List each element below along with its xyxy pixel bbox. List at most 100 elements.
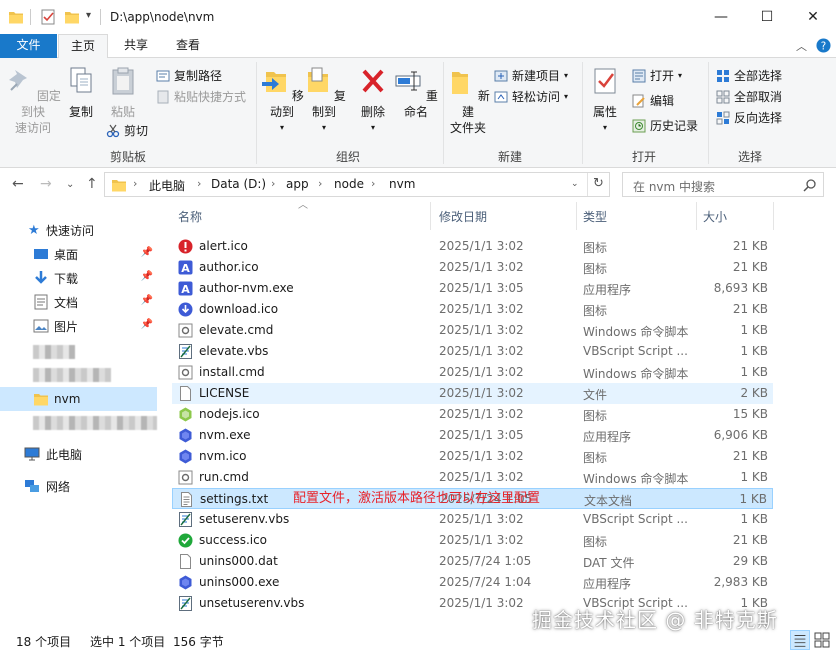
cut-button[interactable]: 剪切: [106, 121, 148, 141]
column-divider[interactable]: [430, 202, 431, 230]
file-row[interactable]: success.ico 2025/1/1 3:02 图标 21 KB: [172, 530, 773, 551]
nav-pictures[interactable]: 图片 📌: [0, 314, 157, 338]
file-row[interactable]: nvm.exe 2025/1/1 3:05 应用程序 6,906 KB: [172, 425, 773, 446]
close-button[interactable]: ✕: [790, 0, 836, 34]
address-dropdown-icon[interactable]: ⌄: [571, 179, 579, 189]
file-row[interactable]: LICENSE 2025/1/1 3:02 文件 2 KB: [172, 383, 773, 404]
delete-button[interactable]: 删除 ▾: [355, 66, 391, 136]
pictures-icon: [33, 319, 49, 333]
copy-button[interactable]: 复制: [62, 66, 100, 120]
file-size: 1 KB: [740, 470, 768, 484]
column-header-name[interactable]: 名称: [178, 208, 202, 225]
help-icon[interactable]: ?: [816, 38, 831, 53]
column-divider[interactable]: [696, 202, 697, 230]
open-button[interactable]: 打开 ▾: [632, 66, 682, 86]
column-divider[interactable]: [773, 202, 774, 230]
breadcrumb-nvm[interactable]: nvm: [389, 177, 415, 191]
file-row[interactable]: elevate.cmd 2025/1/1 3:02 Windows 命令脚本 1 KB: [172, 320, 773, 341]
tab-file[interactable]: 文件: [0, 34, 57, 58]
copy-path-button[interactable]: 复制路径: [156, 66, 222, 86]
file-row[interactable]: Aauthor-nvm.exe 2025/1/1 3:05 应用程序 8,693 KB: [172, 278, 773, 299]
details-view-icon[interactable]: [790, 630, 810, 650]
refresh-icon[interactable]: ↻: [593, 176, 604, 191]
customize-quick-access-icon[interactable]: ▾: [86, 10, 91, 21]
column-header-type[interactable]: 类型: [583, 208, 607, 225]
rename-button[interactable]: 重命名: [394, 66, 438, 120]
new-folder-icon: [452, 72, 469, 94]
address-bar[interactable]: › 此电脑 › Data (D:) › app › node › nvm ⌄ ↻: [104, 172, 610, 197]
tab-home[interactable]: 主页: [58, 34, 108, 59]
forward-arrow-icon[interactable]: →: [40, 176, 52, 192]
minimize-button[interactable]: —: [698, 0, 744, 34]
breadcrumb-this-pc[interactable]: 此电脑: [149, 177, 185, 194]
paste-button[interactable]: 粘贴: [104, 66, 142, 120]
move-to-button[interactable]: 移动到 ▾: [260, 66, 304, 136]
breadcrumb-chevron-icon[interactable]: ›: [371, 177, 375, 190]
search-box[interactable]: 在 nvm 中搜索: [622, 172, 824, 197]
column-header-date[interactable]: 修改日期: [439, 208, 487, 225]
large-icons-view-icon[interactable]: [812, 630, 832, 650]
file-row[interactable]: nvm.ico 2025/1/1 3:02 图标 21 KB: [172, 446, 773, 467]
file-size: 1 KB: [740, 344, 768, 358]
invert-selection-button[interactable]: 反向选择: [716, 108, 782, 128]
history-button[interactable]: 历史记录: [632, 116, 698, 136]
properties-quick-icon[interactable]: [40, 9, 56, 25]
breadcrumb-node[interactable]: node: [334, 177, 364, 191]
easy-access-button[interactable]: 轻松访问 ▾: [494, 87, 568, 107]
author-icon: A: [178, 281, 193, 296]
breadcrumb-drive[interactable]: Data (D:): [211, 177, 266, 191]
file-row[interactable]: unins000.dat 2025/7/24 1:05 DAT 文件 29 KB: [172, 551, 773, 572]
history-icon: [632, 119, 646, 133]
column-header-size[interactable]: 大小: [703, 208, 727, 225]
recent-locations-icon[interactable]: ⌄: [66, 179, 74, 190]
paste-shortcut-button[interactable]: 粘贴快捷方式: [156, 87, 246, 107]
edit-button[interactable]: 编辑: [632, 91, 674, 111]
file-row[interactable]: setuserenv.vbs 2025/1/1 3:02 VBScript Scri…: [172, 509, 773, 530]
new-folder-button[interactable]: 新建 文件夹: [446, 66, 490, 136]
file-row[interactable]: Aauthor.ico 2025/1/1 3:02 图标 21 KB: [172, 257, 773, 278]
nav-documents[interactable]: 文档 📌: [0, 290, 157, 314]
file-row[interactable]: run.cmd 2025/1/1 3:02 Windows 命令脚本 1 KB: [172, 467, 773, 488]
rename-icon: [395, 71, 421, 91]
file-row[interactable]: install.cmd 2025/1/1 3:02 Windows 命令脚本 1 KB: [172, 362, 773, 383]
folder-icon[interactable]: [8, 9, 24, 25]
nav-desktop[interactable]: 桌面 📌: [0, 242, 157, 266]
nav-this-pc[interactable]: 此电脑: [0, 442, 157, 466]
select-none-button[interactable]: 全部取消: [716, 87, 782, 107]
tab-view[interactable]: 查看: [164, 34, 212, 58]
file-row[interactable]: nodejs.ico 2025/1/1 3:02 图标 15 KB: [172, 404, 773, 425]
collapse-ribbon-icon[interactable]: ︿: [796, 38, 807, 54]
new-folder-quick-icon[interactable]: [64, 9, 80, 25]
search-icon[interactable]: [803, 178, 817, 192]
up-arrow-icon[interactable]: ↑: [86, 176, 98, 192]
new-item-button[interactable]: 新建项目 ▾: [494, 66, 568, 86]
breadcrumb-chevron-icon[interactable]: ›: [271, 177, 275, 190]
file-type: 应用程序: [583, 283, 632, 297]
file-row[interactable]: alert.ico 2025/1/1 3:02 图标 21 KB: [172, 236, 773, 257]
breadcrumb-chevron-icon[interactable]: ›: [133, 177, 137, 190]
file-name: LICENSE: [199, 386, 250, 400]
file-date: 2025/1/1 3:02: [439, 386, 524, 400]
nav-downloads[interactable]: 下载 📌: [0, 266, 157, 290]
back-arrow-icon[interactable]: ←: [12, 176, 24, 192]
breadcrumb-chevron-icon[interactable]: ›: [318, 177, 322, 190]
file-row[interactable]: download.ico 2025/1/1 3:02 图标 21 KB: [172, 299, 773, 320]
alert-icon: [178, 239, 193, 254]
column-divider[interactable]: [576, 202, 577, 230]
copy-to-button[interactable]: 复制到 ▾: [302, 66, 346, 136]
nav-network[interactable]: 网络: [0, 474, 157, 498]
select-all-button[interactable]: 全部选择: [716, 66, 782, 86]
maximize-button[interactable]: ☐: [744, 0, 790, 34]
file-row[interactable]: unins000.exe 2025/7/24 1:04 应用程序 2,983 KB: [172, 572, 773, 593]
tab-share[interactable]: 共享: [112, 34, 160, 58]
sort-ascending-icon: ︿: [298, 200, 308, 211]
history-label: 历史记录: [650, 119, 699, 133]
file-size: 29 KB: [732, 554, 768, 568]
nav-nvm[interactable]: nvm: [0, 387, 157, 411]
breadcrumb-app[interactable]: app: [286, 177, 309, 191]
nav-quick-access[interactable]: ★ 快速访问: [0, 218, 157, 242]
breadcrumb-chevron-icon[interactable]: ›: [197, 177, 201, 190]
properties-button[interactable]: 属性 ▾: [586, 66, 624, 136]
pin-quick-access-button[interactable]: 固定到快 速访问: [4, 66, 62, 136]
file-row[interactable]: elevate.vbs 2025/1/1 3:02 VBScript Script …: [172, 341, 773, 362]
